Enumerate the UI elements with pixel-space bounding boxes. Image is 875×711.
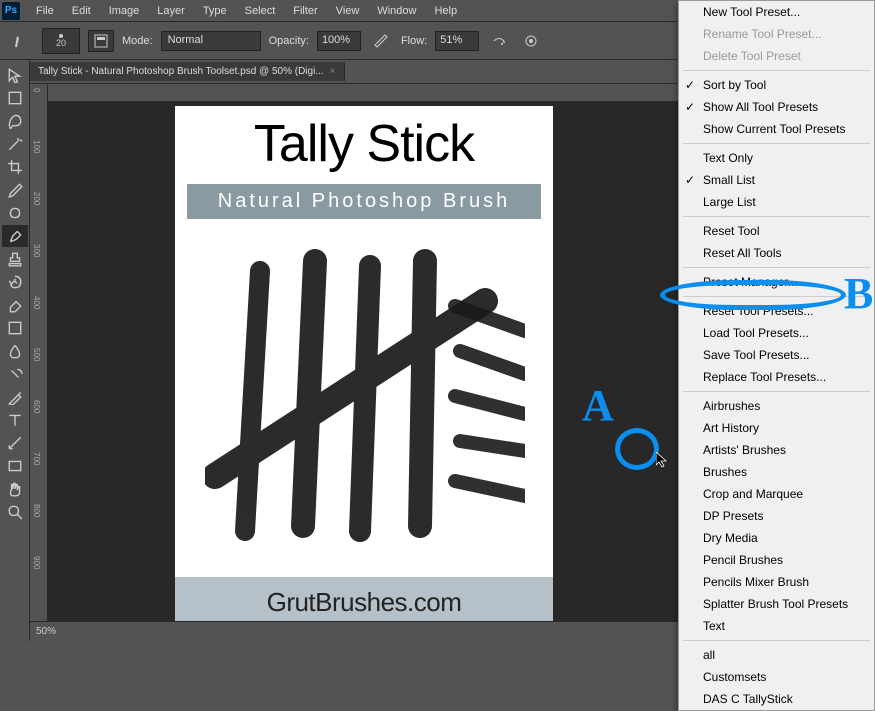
tool-brush[interactable]	[2, 225, 28, 247]
tool-crop[interactable]	[2, 156, 28, 178]
context-menu-item[interactable]: Artists' Brushes	[679, 439, 874, 461]
artwork-footer: GrutBrushes.com	[175, 577, 553, 621]
context-menu-item[interactable]: Preset Manager...	[679, 271, 874, 293]
tool-stamp[interactable]	[2, 248, 28, 270]
menu-help[interactable]: Help	[426, 2, 465, 20]
context-menu-item[interactable]: Airbrushes	[679, 395, 874, 417]
context-menu-item[interactable]: Art History	[679, 417, 874, 439]
context-menu-item[interactable]: Dry Media	[679, 527, 874, 549]
tool-type[interactable]	[2, 409, 28, 431]
context-menu-item[interactable]: Text Only	[679, 147, 874, 169]
brush-panel-toggle[interactable]	[88, 30, 114, 52]
context-menu-item[interactable]: Reset Tool Presets...	[679, 300, 874, 322]
document-tab[interactable]: Tally Stick - Natural Photoshop Brush To…	[30, 62, 345, 81]
photoshop-logo: Ps	[2, 2, 20, 20]
flow-label: Flow:	[401, 35, 427, 47]
context-menu-item[interactable]: Customsets	[679, 666, 874, 688]
tool-hand[interactable]	[2, 478, 28, 500]
context-menu-item[interactable]: Show Current Tool Presets	[679, 118, 874, 140]
context-menu-item[interactable]: New Tool Preset...	[679, 1, 874, 23]
context-menu-item[interactable]: Replace Tool Presets...	[679, 366, 874, 388]
context-menu-item: Rename Tool Preset...	[679, 23, 874, 45]
context-menu-item[interactable]: Splatter Brush Tool Presets	[679, 593, 874, 615]
context-menu-item[interactable]: Reset Tool	[679, 220, 874, 242]
airbrush-icon[interactable]	[487, 30, 511, 52]
menu-window[interactable]: Window	[369, 2, 424, 20]
tool-lasso[interactable]	[2, 110, 28, 132]
context-menu-item[interactable]: Text	[679, 615, 874, 637]
menu-view[interactable]: View	[328, 2, 368, 20]
menu-file[interactable]: File	[28, 2, 62, 20]
close-icon[interactable]: ×	[330, 66, 336, 77]
menu-type[interactable]: Type	[195, 2, 235, 20]
menu-image[interactable]: Image	[101, 2, 148, 20]
pressure-size-icon[interactable]	[519, 30, 543, 52]
flow-input[interactable]: 51%	[435, 31, 479, 51]
context-menu-item: Delete Tool Preset	[679, 45, 874, 67]
context-menu-item[interactable]: Load Tool Presets...	[679, 322, 874, 344]
toolbox	[0, 60, 30, 641]
brush-preset-picker[interactable]: 20	[42, 28, 80, 54]
tally-strokes	[205, 246, 525, 556]
context-menu-item[interactable]: Crop and Marquee	[679, 483, 874, 505]
menu-layer[interactable]: Layer	[149, 2, 193, 20]
context-menu-item[interactable]: Sort by Tool✓	[679, 74, 874, 96]
context-menu-item[interactable]: Small List✓	[679, 169, 874, 191]
pressure-opacity-icon[interactable]	[369, 30, 393, 52]
tool-path[interactable]	[2, 432, 28, 454]
tool-preset-picker[interactable]	[8, 28, 34, 54]
tool-heal[interactable]	[2, 202, 28, 224]
tool-presets-context-menu: New Tool Preset...Rename Tool Preset...D…	[678, 0, 875, 711]
context-menu-item[interactable]: Save Tool Presets...	[679, 344, 874, 366]
tool-dodge[interactable]	[2, 363, 28, 385]
artwork-title: Tally Stick	[175, 114, 553, 174]
tool-eraser[interactable]	[2, 294, 28, 316]
opacity-label: Opacity:	[269, 35, 309, 47]
tool-gradient[interactable]	[2, 317, 28, 339]
menu-edit[interactable]: Edit	[64, 2, 99, 20]
context-menu-item[interactable]: Reset All Tools	[679, 242, 874, 264]
tool-pen[interactable]	[2, 386, 28, 408]
tool-shape[interactable]	[2, 455, 28, 477]
tool-wand[interactable]	[2, 133, 28, 155]
tool-blur[interactable]	[2, 340, 28, 362]
canvas[interactable]: Tally Stick Natural Photoshop Brush	[175, 106, 553, 621]
tool-eyedropper[interactable]	[2, 179, 28, 201]
menu-filter[interactable]: Filter	[285, 2, 325, 20]
opacity-input[interactable]: 100%	[317, 31, 361, 51]
context-menu-item[interactable]: all	[679, 644, 874, 666]
document-tabs: Tally Stick - Natural Photoshop Brush To…	[30, 60, 680, 84]
context-menu-item[interactable]: Large List	[679, 191, 874, 213]
ruler-horizontal	[48, 84, 680, 102]
context-menu-item[interactable]: Pencil Brushes	[679, 549, 874, 571]
menu-select[interactable]: Select	[237, 2, 284, 20]
tool-zoom[interactable]	[2, 501, 28, 523]
ruler-vertical: 0100200300400500600700800900	[30, 84, 48, 621]
zoom-level[interactable]: 50%	[36, 626, 56, 637]
context-menu-item[interactable]: DAS C TallyStick	[679, 688, 874, 710]
context-menu-item[interactable]: Show All Tool Presets✓	[679, 96, 874, 118]
tool-move[interactable]	[2, 64, 28, 86]
mode-label: Mode:	[122, 35, 153, 47]
status-bar: 50%	[30, 621, 680, 641]
tool-marquee[interactable]	[2, 87, 28, 109]
tool-history[interactable]	[2, 271, 28, 293]
artwork-subtitle: Natural Photoshop Brush	[187, 184, 541, 219]
context-menu-item[interactable]: DP Presets	[679, 505, 874, 527]
context-menu-item[interactable]: Brushes	[679, 461, 874, 483]
blend-mode-select[interactable]: Normal	[161, 31, 261, 51]
context-menu-item[interactable]: Pencils Mixer Brush	[679, 571, 874, 593]
